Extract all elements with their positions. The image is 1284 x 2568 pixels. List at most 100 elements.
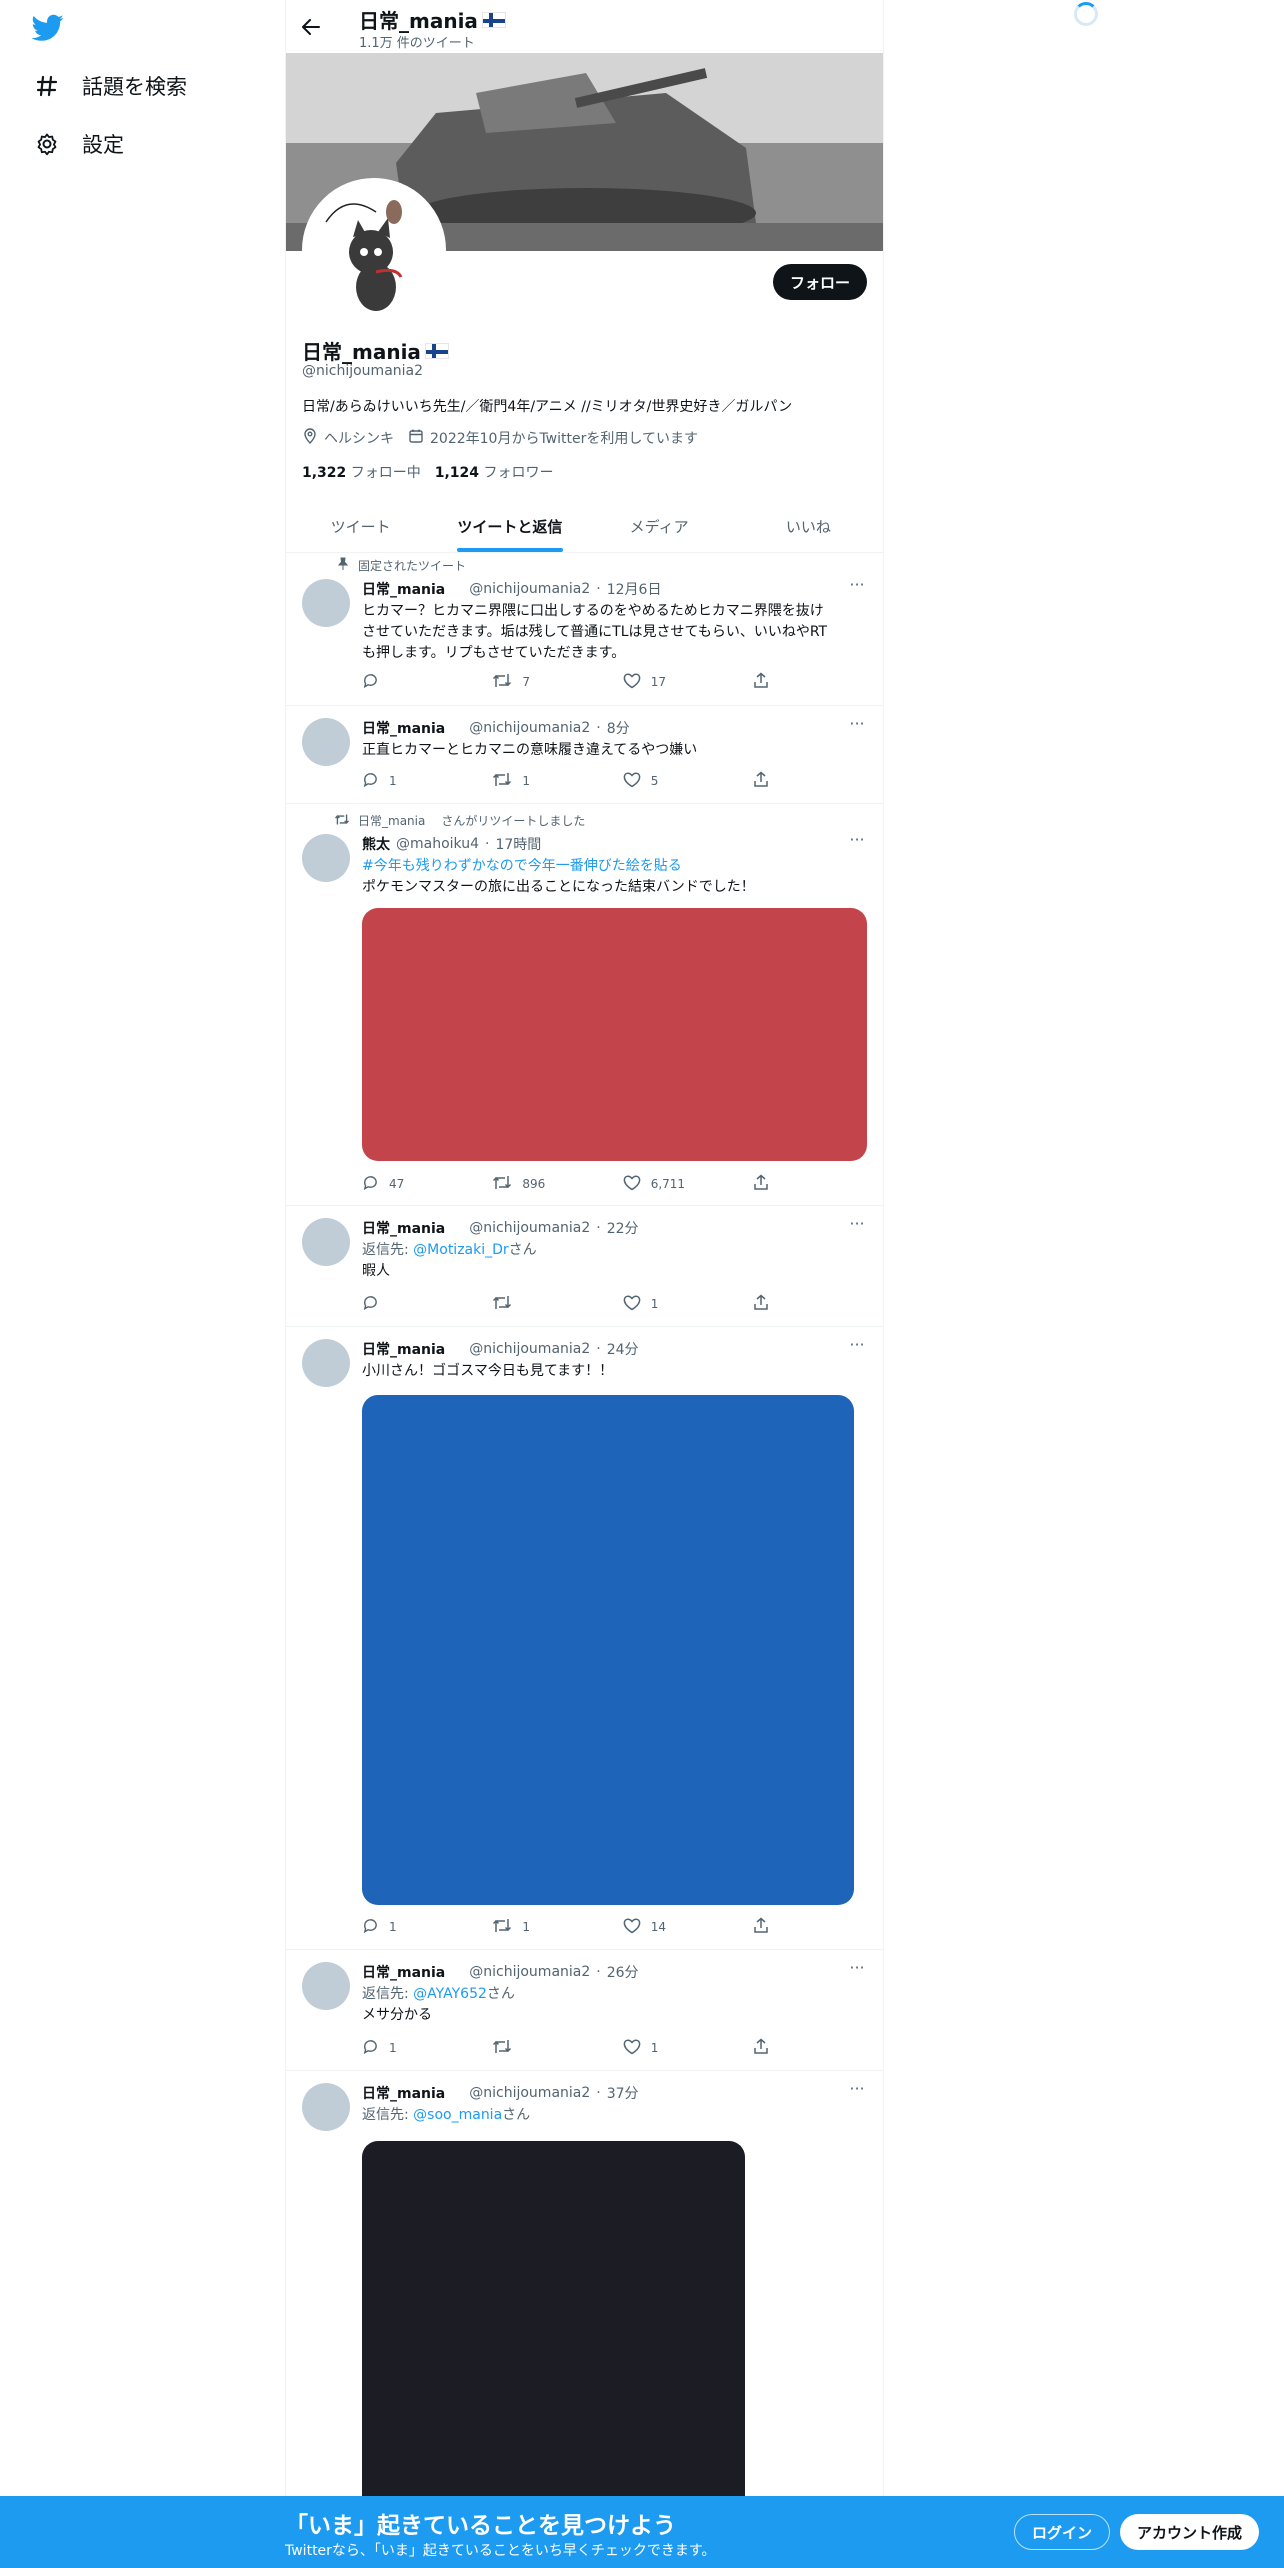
hashtag-link[interactable]: #今年も残りわずかなので今年一番伸びた絵を貼る (362, 856, 867, 877)
share-button[interactable] (753, 672, 782, 692)
tweet-actions: 1 1 14 (362, 1917, 782, 1937)
location-text: ヘルシンキ (324, 431, 394, 447)
tweet-header: 日常_mania @nichijoumania2 · 26分 (362, 1962, 639, 1982)
tweet-time[interactable]: 24分 (607, 1339, 639, 1359)
retweet-button[interactable] (492, 1294, 622, 1314)
reply-count: 1 (389, 1920, 397, 1934)
more-options-icon[interactable]: ··· (847, 1960, 867, 1982)
tweet-text-line: ポケモンマスターの旅に出ることになった結束バンドでした！ (362, 879, 755, 895)
retweet-button[interactable] (492, 2038, 622, 2058)
profile-location: ヘルシンキ (302, 428, 394, 448)
retweet-icon (492, 1174, 512, 1194)
share-button[interactable] (753, 1917, 782, 1937)
tweet-time[interactable]: 12月6日 (607, 579, 662, 599)
tab-media[interactable]: メディア (585, 500, 734, 552)
avatar[interactable] (302, 718, 350, 766)
tweet-image[interactable] (362, 2141, 745, 2521)
tweet-header: 日常_mania @nichijoumania2 · 8分 (362, 718, 630, 738)
reply-button[interactable]: 1 (362, 1917, 492, 1937)
tab-likes[interactable]: いいね (734, 500, 883, 552)
reply-button[interactable]: 1 (362, 2038, 492, 2058)
reply-to-link[interactable]: @Motizaki_Dr (413, 1242, 508, 1258)
tweet-item[interactable]: 固定されたツイート 日常_mania @nichijoumania2 · 12月… (286, 553, 883, 706)
pinned-context: 固定されたツイート (336, 557, 466, 574)
avatar[interactable] (302, 1339, 350, 1387)
following-count: 1,322 (302, 465, 347, 481)
share-button[interactable] (753, 1294, 782, 1314)
share-button[interactable] (753, 2038, 782, 2058)
sidebar-item-settings[interactable]: 設定 (34, 124, 124, 164)
retweet-button[interactable]: 896 (492, 1174, 622, 1194)
retweet-button[interactable]: 7 (492, 672, 622, 692)
tweet-item[interactable]: 日常_mania @nichijoumania2 · 24分 ··· 小川さん！… (286, 1327, 883, 1950)
tweet-item[interactable]: 日常_mania @nichijoumania2 · 37分 ··· 返信先: … (286, 2071, 883, 2521)
author-name[interactable]: 日常_mania (362, 1339, 445, 1359)
like-button[interactable]: 1 (623, 1294, 753, 1314)
tweet-item[interactable]: 日常_mania @nichijoumania2 · 26分 ··· 返信先: … (286, 1950, 883, 2071)
author-name[interactable]: 日常_mania (362, 718, 445, 738)
profile-avatar[interactable] (302, 178, 446, 322)
tweet-item[interactable]: 日常_mania @nichijoumania2 · 22分 ··· 返信先: … (286, 1206, 883, 1327)
like-button[interactable]: 14 (623, 1917, 753, 1937)
reply-button[interactable] (362, 1294, 492, 1314)
login-button[interactable]: ログイン (1014, 2514, 1111, 2550)
share-button[interactable] (753, 771, 782, 791)
like-button[interactable]: 17 (623, 672, 753, 692)
more-options-icon[interactable]: ··· (847, 832, 867, 854)
reply-button[interactable]: 1 (362, 771, 492, 791)
follow-button[interactable]: フォロー (772, 264, 867, 300)
tweet-time[interactable]: 22分 (607, 1218, 639, 1238)
avatar[interactable] (302, 579, 350, 627)
signup-button[interactable]: アカウント作成 (1120, 2514, 1260, 2550)
tweet-image[interactable] (362, 908, 867, 1161)
reply-to-link[interactable]: @soo_mania (413, 2107, 502, 2123)
tweet-time[interactable]: 8分 (607, 718, 630, 738)
more-options-icon[interactable]: ··· (847, 1337, 867, 1359)
author-name[interactable]: 日常_mania (362, 1962, 445, 1982)
like-button[interactable]: 1 (623, 2038, 753, 2058)
tab-tweets-and-replies[interactable]: ツイートと返信 (435, 500, 584, 552)
retweet-button[interactable]: 1 (492, 771, 622, 791)
following-link[interactable]: 1,322 フォロー中 (302, 462, 421, 482)
header-title: 日常_mania (359, 5, 506, 34)
retweeter-name[interactable]: 日常_mania (358, 812, 425, 829)
reply-button[interactable]: 47 (362, 1174, 492, 1194)
share-button[interactable] (753, 1174, 782, 1194)
followers-link[interactable]: 1,124 フォロワー (435, 462, 554, 482)
avatar[interactable] (302, 2083, 350, 2131)
author-handle: @nichijoumania2 (469, 1964, 591, 1980)
avatar[interactable] (302, 1962, 350, 2010)
like-button[interactable]: 5 (623, 771, 753, 791)
retweet-count: 896 (522, 1177, 546, 1191)
more-options-icon[interactable]: ··· (847, 577, 867, 599)
back-arrow-icon[interactable] (296, 12, 326, 42)
reply-to-link[interactable]: @AYAY652 (413, 1986, 487, 2002)
more-options-icon[interactable]: ··· (847, 1216, 867, 1238)
retweet-icon (492, 771, 512, 791)
tab-tweets[interactable]: ツイート (286, 500, 435, 552)
twitter-logo-icon[interactable] (31, 14, 64, 42)
avatar[interactable] (302, 834, 350, 882)
time-separator: · (596, 1341, 601, 1357)
author-name[interactable]: 日常_mania (362, 1218, 445, 1238)
header-tweet-count: 1.1万 件のツイート (359, 36, 475, 51)
author-name[interactable]: 日常_mania (362, 2083, 445, 2103)
author-name[interactable]: 日常_mania (362, 579, 445, 599)
author-name[interactable]: 熊太 (362, 834, 390, 854)
tweet-image[interactable] (362, 1395, 854, 1905)
more-options-icon[interactable]: ··· (847, 2081, 867, 2103)
tweet-time[interactable]: 26分 (607, 1962, 639, 1982)
tweet-item[interactable]: 日常_mania @nichijoumania2 · 8分 ··· 正直ヒカマー… (286, 706, 883, 804)
avatar[interactable] (302, 1218, 350, 1266)
tweet-time[interactable]: 17時間 (495, 834, 541, 854)
tweet-text: #今年も残りわずかなので今年一番伸びた絵を貼る ポケモンマスターの旅に出ることに… (362, 856, 867, 898)
like-button[interactable]: 6,711 (623, 1174, 753, 1194)
retweet-count: 7 (522, 675, 530, 689)
more-options-icon[interactable]: ··· (847, 716, 867, 738)
retweet-button[interactable]: 1 (492, 1917, 622, 1937)
reply-button[interactable] (362, 672, 492, 692)
tweet-item[interactable]: 日常_mania さんがリツイートしました 熊太 @mahoiku4 · 17時… (286, 804, 883, 1206)
author-handle: @nichijoumania2 (469, 2085, 591, 2101)
sidebar-item-explore[interactable]: 話題を検索 (34, 66, 187, 106)
tweet-time[interactable]: 37分 (607, 2083, 639, 2103)
